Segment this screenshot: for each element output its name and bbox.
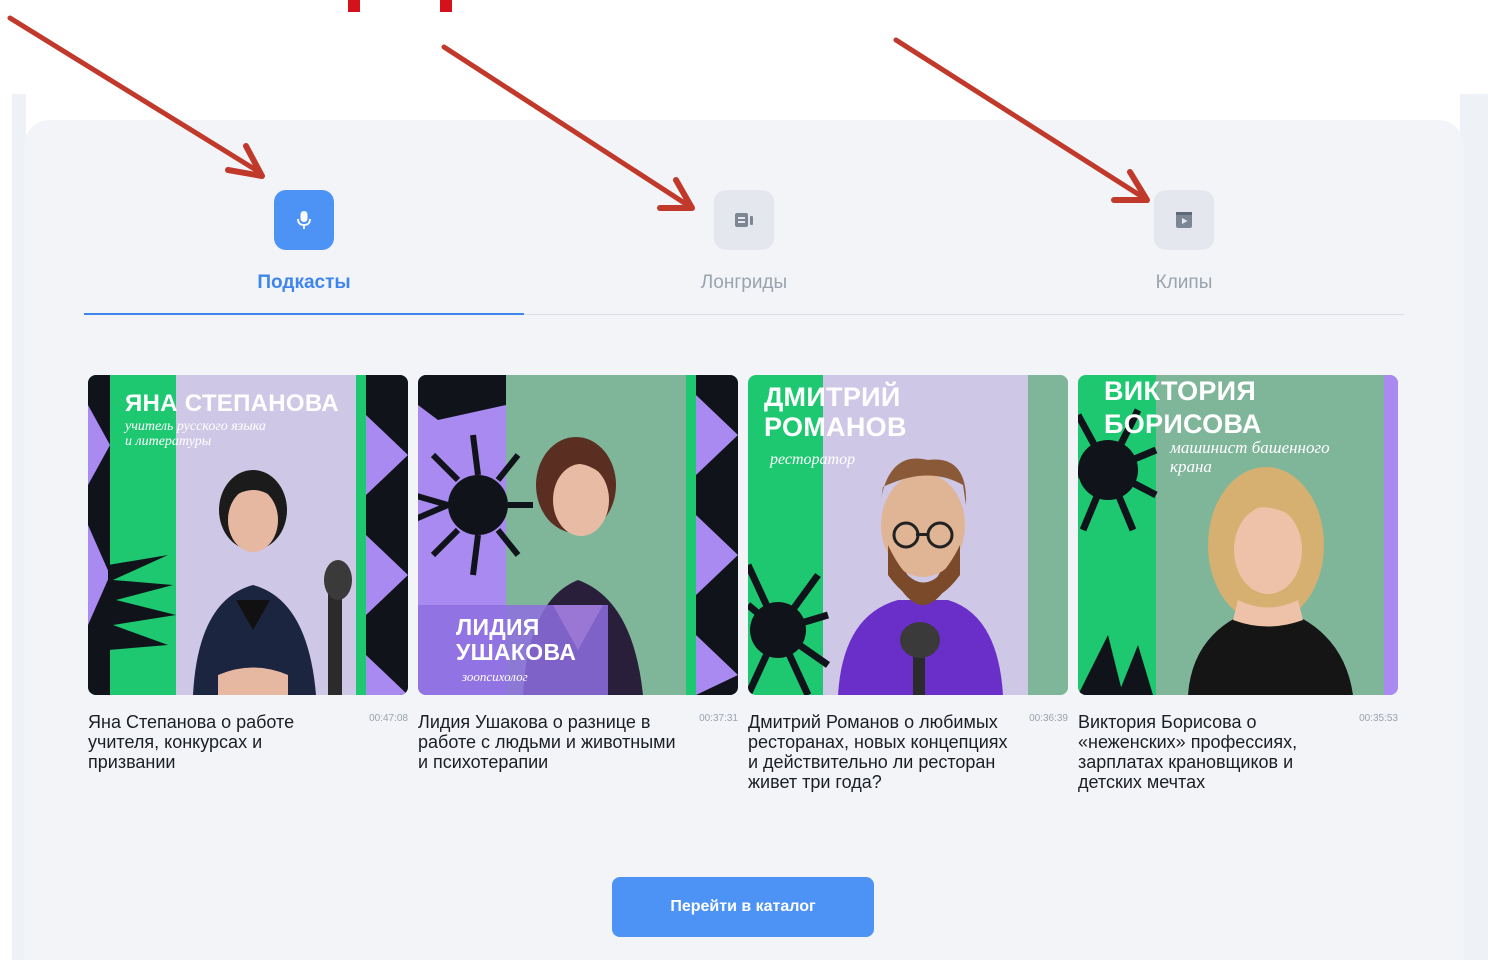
- podcast-duration: 00:35:53: [1359, 713, 1398, 724]
- clip-icon: [1154, 190, 1214, 250]
- podcast-duration: 00:47:08: [369, 713, 408, 724]
- podcast-title[interactable]: Лидия Ушакова о разнице в работе с людьм…: [418, 712, 680, 772]
- tab-label-clips: Клипы: [1155, 272, 1213, 293]
- cover-name: ДМИТРИЙ РОМАНОВ: [764, 382, 907, 442]
- tab-label-podcasts: Подкасты: [257, 272, 351, 293]
- tab-label-longreads: Лонгриды: [700, 272, 788, 293]
- podcast-card[interactable]: ЯНА СТЕПАНОВА учитель русского языка и л…: [88, 375, 410, 772]
- microphone-icon: [274, 190, 334, 250]
- page: Подкасты Лонгриды Клипы ЯНА СТЕПАНОВА уч…: [0, 0, 1488, 960]
- podcast-title[interactable]: Яна Степанова о работе учителя, конкурса…: [88, 712, 350, 772]
- cover-name: ВИКТОРИЯ БОРИСОВА: [1104, 376, 1262, 439]
- cover-name: ЛИДИЯ УШАКОВА: [456, 614, 577, 666]
- cover-name: ЯНА СТЕПАНОВА: [125, 390, 339, 417]
- podcast-title[interactable]: Дмитрий Романов о любимых ресторанах, но…: [748, 712, 1010, 792]
- tab-clips[interactable]: Клипы: [964, 190, 1404, 314]
- longread-icon: [714, 190, 774, 250]
- podcast-cover-image[interactable]: ДМИТРИЙ РОМАНОВ ресторатор: [748, 375, 1068, 695]
- tab-longreads[interactable]: Лонгриды: [524, 190, 964, 314]
- podcast-list: ЯНА СТЕПАНОВА учитель русского языка и л…: [88, 375, 1400, 825]
- podcast-title[interactable]: Виктория Борисова о «неженских» професси…: [1078, 712, 1340, 792]
- podcast-duration: 00:36:39: [1029, 713, 1068, 724]
- go-to-catalog-button[interactable]: Перейти в каталог: [612, 877, 874, 937]
- cover-role: машинист башенного крана: [1170, 438, 1330, 476]
- podcast-cover-image[interactable]: ВИКТОРИЯ БОРИСОВА машинист башенного кра…: [1078, 375, 1398, 695]
- media-tabs: Подкасты Лонгриды Клипы: [84, 190, 1404, 315]
- tab-podcasts[interactable]: Подкасты: [84, 190, 524, 315]
- cover-role: учитель русского языка и литературы: [125, 419, 266, 450]
- podcast-cover-image[interactable]: ЯНА СТЕПАНОВА учитель русского языка и л…: [88, 375, 408, 695]
- podcast-card[interactable]: ЛИДИЯ УШАКОВА зоопсихолог Лидия Ушакова …: [418, 375, 740, 772]
- cover-role: зоопсихолог: [462, 669, 528, 684]
- podcast-card[interactable]: ВИКТОРИЯ БОРИСОВА машинист башенного кра…: [1078, 375, 1400, 792]
- podcast-duration: 00:37:31: [699, 713, 738, 724]
- podcast-card[interactable]: ДМИТРИЙ РОМАНОВ ресторатор Дмитрий Роман…: [748, 375, 1070, 792]
- cropped-red-heading-fragment: [348, 0, 452, 12]
- podcast-cover-image[interactable]: ЛИДИЯ УШАКОВА зоопсихолог: [418, 375, 738, 695]
- cover-role: ресторатор: [770, 451, 856, 468]
- frame-edge-right: [1460, 94, 1488, 960]
